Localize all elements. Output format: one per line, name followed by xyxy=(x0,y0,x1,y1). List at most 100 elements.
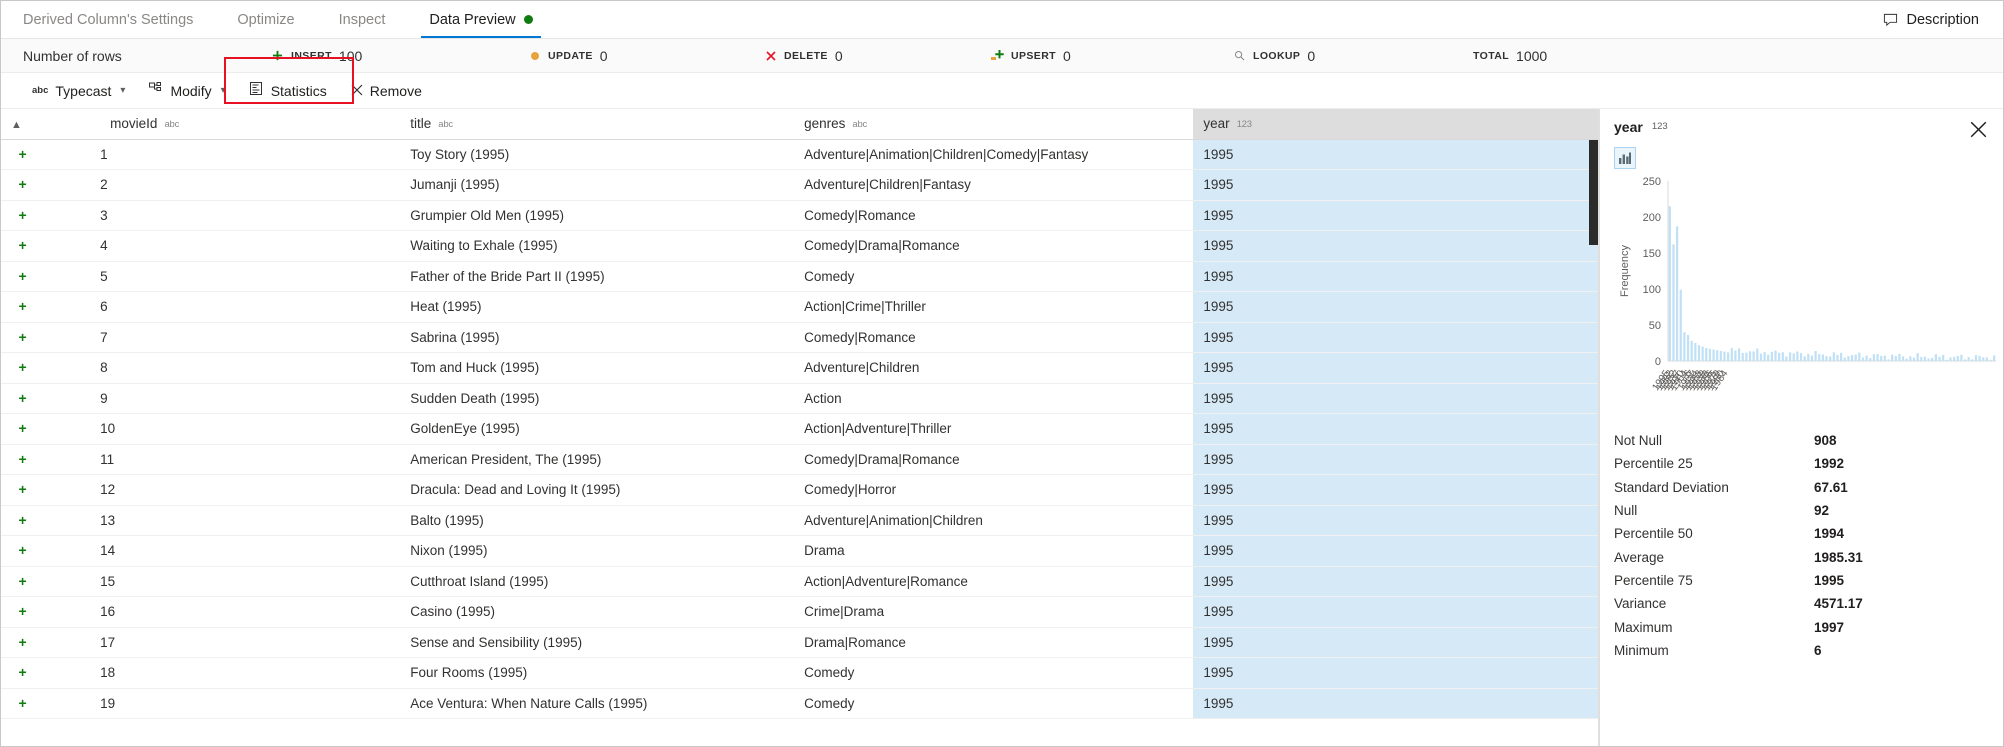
row-expand-button[interactable]: + xyxy=(1,230,45,262)
statistic-value: 1997 xyxy=(1814,619,1845,635)
stat-label: DELETE xyxy=(784,49,828,62)
row-expand-button[interactable]: + xyxy=(1,627,45,658)
cell-genres: Adventure|Children xyxy=(794,352,1194,384)
stat-value: 100 xyxy=(338,47,363,64)
column-type-label: abc xyxy=(852,119,868,131)
row-expand-button[interactable]: + xyxy=(1,383,45,414)
row-expand-button[interactable]: + xyxy=(1,566,45,597)
row-expand-button[interactable]: + xyxy=(1,291,45,323)
bar-chart-icon[interactable] xyxy=(1614,147,1636,169)
column-header-year[interactable]: year 123 xyxy=(1193,109,1598,140)
table-row[interactable]: +15 Cutthroat Island (1995) Action|Adventu… xyxy=(1,566,1598,597)
row-expand-button[interactable]: + xyxy=(1,535,45,567)
table-row[interactable]: +13 Balto (1995) Adventure|Animation|Child… xyxy=(1,505,1598,536)
cell-genres: Comedy|Horror xyxy=(794,474,1194,506)
cell-genres: Comedy|Drama|Romance xyxy=(794,444,1194,475)
cell-movieid: 5 xyxy=(44,261,401,292)
row-expand-button[interactable]: + xyxy=(1,200,45,231)
vertical-scrollbar[interactable] xyxy=(1589,140,1598,245)
typecast-button[interactable]: abc Typecast ▾ xyxy=(21,78,136,104)
plus-icon: + xyxy=(18,389,27,406)
plus-icon: + xyxy=(18,511,27,528)
statistic-value: 1994 xyxy=(1814,526,1845,542)
cell-title: American President, The (1995) xyxy=(400,444,795,475)
cell-genres: Action xyxy=(794,383,1194,414)
stat-label: UPDATE xyxy=(548,49,593,62)
table-row[interactable]: +5 Father of the Bride Part II (1995) Come… xyxy=(1,261,1598,292)
cell-movieid: 13 xyxy=(44,505,401,536)
cell-title: Sudden Death (1995) xyxy=(400,383,795,414)
statistics-label: Statistics xyxy=(270,82,327,99)
cell-title: Casino (1995) xyxy=(400,596,795,628)
table-row[interactable]: +3 Grumpier Old Men (1995) Comedy|Romance 1… xyxy=(1,200,1598,231)
svg-text:150: 150 xyxy=(1643,248,1661,260)
table-row[interactable]: +7 Sabrina (1995) Comedy|Romance 1995 xyxy=(1,322,1598,353)
statistics-button[interactable]: Statistics xyxy=(239,77,338,104)
modify-icon xyxy=(149,82,163,99)
row-expand-button[interactable]: + xyxy=(1,322,45,353)
table-row[interactable]: +10 GoldenEye (1995) Action|Adventure|Thri… xyxy=(1,413,1598,445)
column-header-genres[interactable]: genres abc xyxy=(794,109,1194,140)
cell-movieid: 4 xyxy=(44,230,401,262)
cell-genres: Drama|Romance xyxy=(794,627,1194,658)
panel-column-name: year xyxy=(1614,119,1643,135)
cell-year: 1995 xyxy=(1193,200,1598,231)
row-expand-button[interactable]: + xyxy=(1,444,45,475)
tab-label: Inspect xyxy=(338,11,386,28)
table-row[interactable]: +11 American President, The (1995) Comedy|… xyxy=(1,444,1598,475)
table-row[interactable]: +14 Nixon (1995) Drama 1995 xyxy=(1,535,1598,567)
tab-optimize[interactable]: Optimize xyxy=(215,1,316,38)
cell-genres: Action|Adventure|Thriller xyxy=(794,413,1194,445)
row-expand-button[interactable]: + xyxy=(1,657,45,689)
cell-movieid: 8 xyxy=(44,352,401,384)
cell-year: 1995 xyxy=(1193,291,1598,323)
row-expand-button[interactable]: + xyxy=(1,505,45,536)
cell-year: 1995 xyxy=(1193,474,1598,506)
tab-data-preview[interactable]: Data Preview xyxy=(407,1,554,38)
table-row[interactable]: +2 Jumanji (1995) Adventure|Children|Fanta… xyxy=(1,169,1598,201)
cell-title: Heat (1995) xyxy=(400,291,795,323)
number-of-rows-label: Number of rows xyxy=(23,47,122,64)
modify-button[interactable]: Modify ▾ xyxy=(138,77,236,104)
plus-icon: + xyxy=(18,359,27,376)
column-header-title[interactable]: title abc xyxy=(400,109,795,140)
row-expand-button[interactable]: + xyxy=(1,688,45,719)
table-row[interactable]: +8 Tom and Huck (1995) Adventure|Children 1… xyxy=(1,352,1598,384)
row-expand-button[interactable]: + xyxy=(1,169,45,201)
plus-icon: + xyxy=(18,176,27,193)
plus-icon: + xyxy=(18,298,27,315)
row-expand-button[interactable]: + xyxy=(1,139,45,170)
tab-inspect[interactable]: Inspect xyxy=(317,1,408,38)
table-row[interactable]: +9 Sudden Death (1995) Action 1995 xyxy=(1,383,1598,414)
row-expand-button[interactable]: + xyxy=(1,413,45,445)
table-row[interactable]: +12 Dracula: Dead and Loving It (1995) Com… xyxy=(1,474,1598,506)
cell-title: Four Rooms (1995) xyxy=(400,657,795,689)
table-row[interactable]: +17 Sense and Sensibility (1995) Drama|Rom… xyxy=(1,627,1598,658)
table-row[interactable]: +16 Casino (1995) Crime|Drama 1995 xyxy=(1,596,1598,628)
sort-column-header[interactable]: ▲ xyxy=(1,109,45,140)
tab-label: Optimize xyxy=(237,11,295,28)
description-button[interactable]: Description xyxy=(1865,1,2003,38)
remove-button[interactable]: Remove xyxy=(340,78,433,104)
cell-title: Balto (1995) xyxy=(400,505,795,536)
table-row[interactable]: +6 Heat (1995) Action|Crime|Thriller 1995 xyxy=(1,291,1598,323)
svg-text:200: 200 xyxy=(1643,212,1661,224)
svg-text:250: 250 xyxy=(1643,176,1661,188)
panel-close-button[interactable] xyxy=(1968,119,1989,140)
table-row[interactable]: +4 Waiting to Exhale (1995) Comedy|Drama|R… xyxy=(1,230,1598,262)
table-row[interactable]: +18 Four Rooms (1995) Comedy 1995 xyxy=(1,657,1598,689)
stat-label: UPSERT xyxy=(1011,49,1056,62)
table-row[interactable]: +19 Ace Ventura: When Nature Calls (1995)… xyxy=(1,688,1598,719)
statistic-row: Percentile 75 1995 xyxy=(1614,569,1981,592)
tab-derived-column-settings[interactable]: Derived Column's Settings xyxy=(1,1,215,38)
row-expand-button[interactable]: + xyxy=(1,596,45,628)
plus-icon: + xyxy=(18,664,27,681)
column-header-movieid[interactable]: movieId abc xyxy=(44,109,401,140)
statistic-row: Percentile 50 1994 xyxy=(1614,522,1981,545)
row-expand-button[interactable]: + xyxy=(1,261,45,292)
statistic-value: 92 xyxy=(1814,503,1830,519)
statistic-value: 1992 xyxy=(1814,456,1845,472)
row-expand-button[interactable]: + xyxy=(1,474,45,506)
row-expand-button[interactable]: + xyxy=(1,352,45,384)
table-row[interactable]: +1 Toy Story (1995) Adventure|Animation|Ch… xyxy=(1,139,1598,170)
